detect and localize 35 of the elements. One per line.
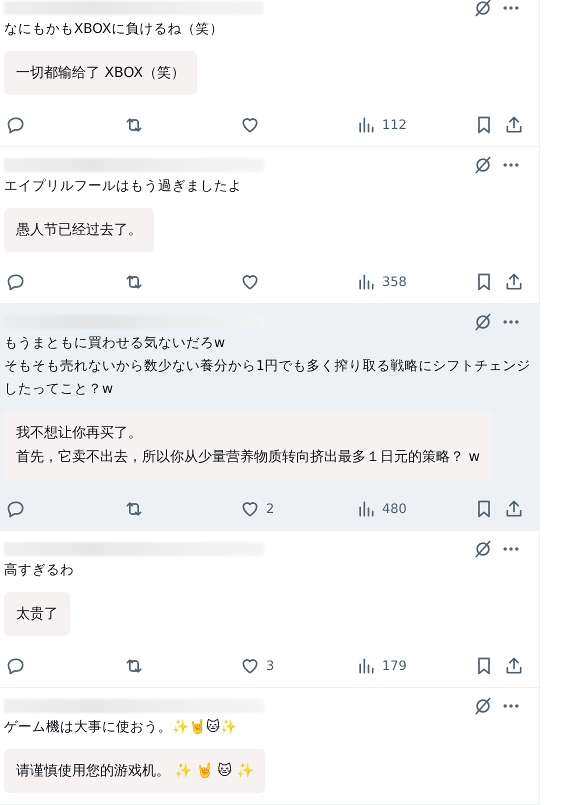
view-count: 179 bbox=[382, 658, 407, 674]
reply-icon[interactable] bbox=[6, 115, 26, 135]
post-text: 高すぎるわ bbox=[4, 561, 75, 580]
post-text: そもそも売れないから数少ない養分から1円でも多く搾り取る戦略にシフトチェンジしたってこと？w bbox=[4, 357, 532, 399]
share-icon[interactable] bbox=[504, 656, 524, 676]
translation-text: 一切都输给了 XBOX（笑） bbox=[16, 64, 186, 83]
heart-icon[interactable] bbox=[240, 499, 260, 519]
share-icon[interactable] bbox=[504, 115, 524, 135]
translation-text: 我不想让你再买了。 bbox=[16, 424, 143, 443]
slashed-circle-icon[interactable] bbox=[473, 155, 493, 175]
post-text: なにもかもXBOXに負けるね（笑） bbox=[4, 20, 224, 39]
share-icon[interactable] bbox=[504, 499, 524, 519]
slashed-circle-icon[interactable] bbox=[473, 696, 493, 716]
post-text: エイプリルフールはもう過ぎましたよ bbox=[4, 177, 243, 196]
share-icon[interactable] bbox=[504, 272, 524, 292]
reply-icon[interactable] bbox=[6, 656, 26, 676]
heart-icon[interactable] bbox=[240, 272, 260, 292]
slashed-circle-icon[interactable] bbox=[473, 312, 493, 332]
like-count: 2 bbox=[266, 502, 274, 516]
view-count: 480 bbox=[382, 502, 407, 516]
post-text: もうまともに買わせる気ないだろw bbox=[4, 334, 226, 353]
post-text: ゲーム機は大事に使おう。✨🤘🐱✨ bbox=[4, 718, 238, 737]
heart-icon[interactable] bbox=[240, 115, 260, 135]
slashed-circle-icon[interactable] bbox=[473, 0, 493, 18]
reply-icon[interactable] bbox=[6, 272, 26, 292]
slashed-circle-icon[interactable] bbox=[473, 539, 493, 559]
heart-icon[interactable] bbox=[240, 656, 260, 676]
view-count: 112 bbox=[382, 118, 407, 132]
like-count: 3 bbox=[266, 658, 274, 674]
reply-icon[interactable] bbox=[6, 499, 26, 519]
translation-text: 首先，它卖不出去，所以你从少量营养物质转向挤出最多１日元的策略？ w bbox=[16, 448, 480, 467]
view-count: 358 bbox=[382, 274, 407, 290]
translation-text: 太贵了 bbox=[16, 605, 58, 624]
translation-text: 愚人节已经过去了。 bbox=[16, 221, 142, 240]
translation-text: 请谨慎使用您的游戏机。 ✨ 🤘 🐱 ✨ bbox=[16, 762, 254, 781]
